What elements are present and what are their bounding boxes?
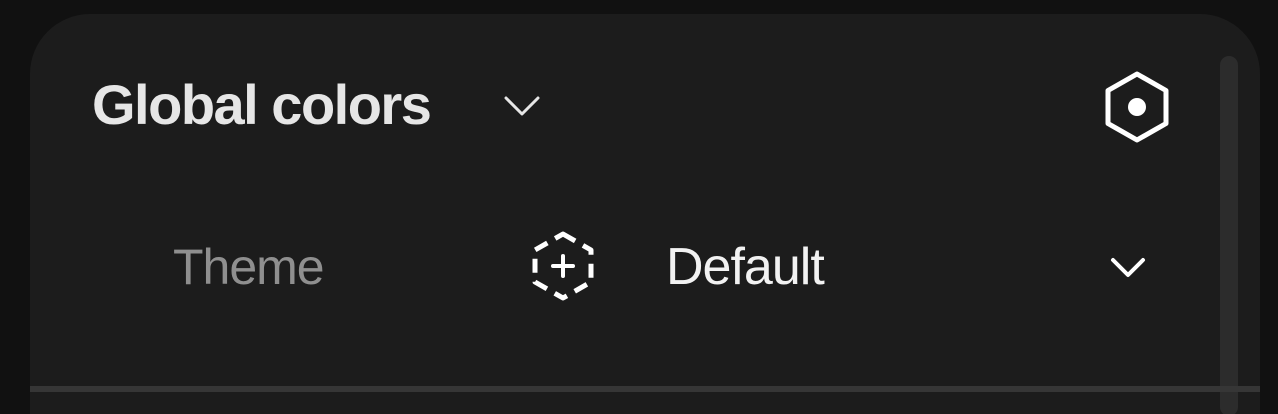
hexagon-dot-icon [1105,71,1169,143]
theme-label: Theme [173,239,325,295]
theme-select[interactable]: Default [650,224,1170,310]
section-divider [30,386,1260,392]
theme-select-value: Default [666,238,825,296]
collapse-toggle-button[interactable] [502,92,542,122]
section-title: Global colors [92,73,432,136]
section-settings-button[interactable] [1104,70,1170,144]
assign-variable-button[interactable] [530,229,596,303]
chevron-down-icon [1111,258,1145,277]
global-colors-panel: Global colors Theme Default [30,14,1260,414]
scrollbar[interactable] [1220,56,1238,414]
chevron-down-icon [504,96,540,116]
dashed-hexagon-plus-icon [532,231,594,301]
